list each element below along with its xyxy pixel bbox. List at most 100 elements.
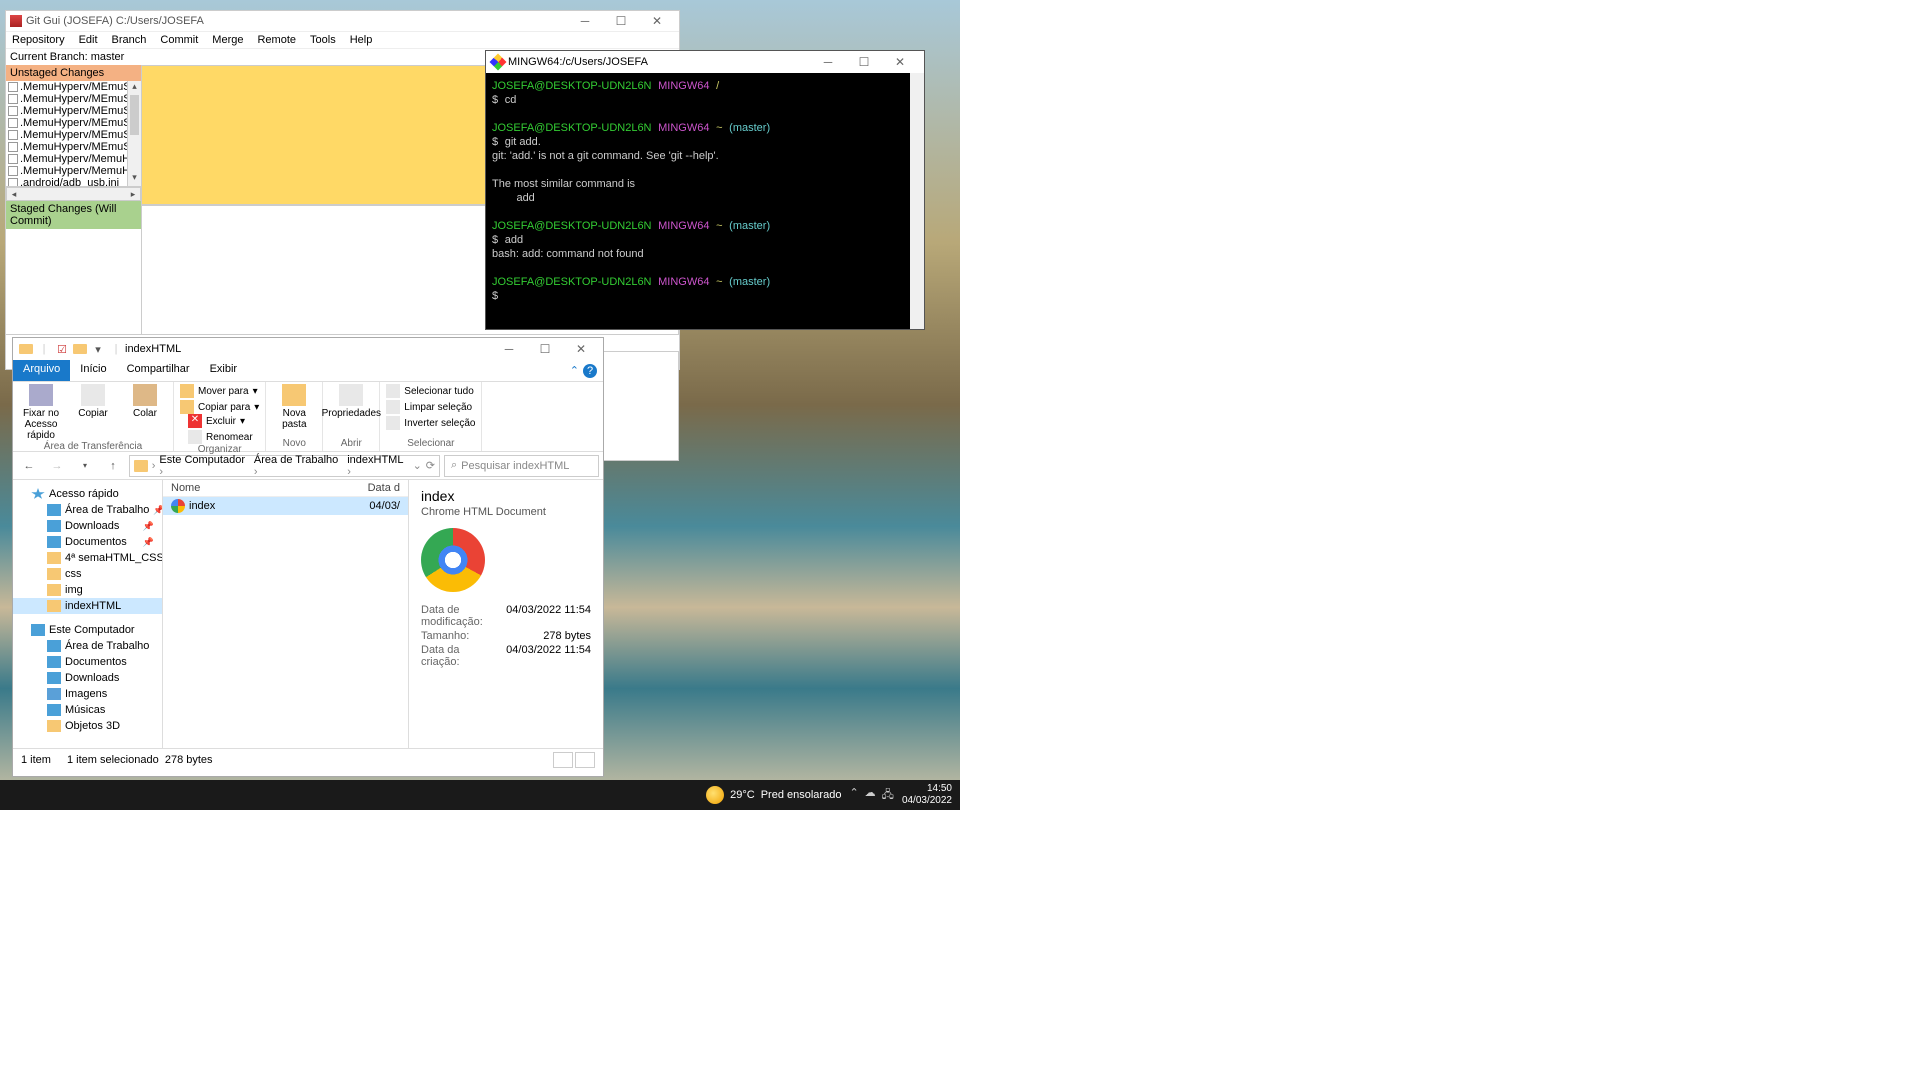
breadcrumb[interactable]: Área de Trabalho bbox=[254, 454, 343, 478]
weather-widget[interactable]: 29°C Pred ensolarado bbox=[706, 786, 841, 804]
forward-button[interactable]: → bbox=[45, 454, 69, 478]
nav-sema[interactable]: 4ª semaHTML_CSS3 bbox=[13, 550, 162, 566]
nav-objects[interactable]: Objetos 3D bbox=[13, 718, 162, 734]
ribbon-collapse-icon[interactable]: ⌃ bbox=[570, 364, 579, 377]
tray-chevron-icon[interactable]: ⌃ bbox=[849, 786, 858, 805]
close-button[interactable]: ✕ bbox=[882, 52, 918, 72]
minimize-button[interactable]: ─ bbox=[567, 11, 603, 31]
close-button[interactable]: ✕ bbox=[563, 339, 599, 359]
nav-downloads2[interactable]: Downloads bbox=[13, 670, 162, 686]
column-headers[interactable]: Nome Data d bbox=[163, 480, 408, 497]
terminal-titlebar[interactable]: MINGW64:/c/Users/JOSEFA ─ ☐ ✕ bbox=[486, 51, 924, 73]
copy-button[interactable]: Copiar bbox=[71, 384, 115, 419]
addr-dropdown-icon[interactable]: ⌄ bbox=[413, 459, 422, 472]
file-list-pane[interactable]: Nome Data d index 04/03/ bbox=[163, 480, 408, 748]
onedrive-icon[interactable]: ☁ bbox=[865, 786, 876, 805]
taskbar[interactable]: 29°C Pred ensolarado ⌃ ☁ 🖧 14:50 04/03/2… bbox=[0, 780, 960, 810]
help-icon[interactable]: ? bbox=[583, 364, 597, 378]
clock[interactable]: 14:50 04/03/2022 bbox=[902, 783, 952, 807]
maximize-button[interactable]: ☐ bbox=[846, 52, 882, 72]
menu-merge[interactable]: Merge bbox=[212, 34, 243, 46]
terminal-body[interactable]: JOSEFA@DESKTOP-UDN2L6N MINGW64 / $ cd JO… bbox=[486, 73, 910, 329]
system-tray[interactable]: ⌃ ☁ 🖧 bbox=[849, 786, 893, 805]
file-item[interactable]: index 04/03/ bbox=[163, 497, 408, 515]
menu-edit[interactable]: Edit bbox=[79, 34, 98, 46]
nav-indexhtml[interactable]: indexHTML bbox=[13, 598, 162, 614]
copyto-button[interactable]: Copiar para ▾ bbox=[180, 400, 259, 414]
nav-images[interactable]: Imagens bbox=[13, 686, 162, 702]
nav-pane[interactable]: Acesso rápido Área de Trabalho📌 Download… bbox=[13, 480, 163, 748]
back-button[interactable]: ← bbox=[17, 454, 41, 478]
scroll-right-icon[interactable]: ▸ bbox=[126, 189, 140, 200]
nav-downloads[interactable]: Downloads📌 bbox=[13, 518, 162, 534]
delete-button[interactable]: ✕Excluir ▾ bbox=[188, 414, 259, 428]
properties-qat-icon[interactable]: ☑ bbox=[55, 342, 69, 356]
nav-this-pc[interactable]: Este Computador bbox=[13, 622, 162, 638]
breadcrumb[interactable]: indexHTML bbox=[347, 454, 408, 478]
menu-remote[interactable]: Remote bbox=[257, 34, 296, 46]
minimize-button[interactable]: ─ bbox=[810, 52, 846, 72]
nav-documents2[interactable]: Documentos bbox=[13, 654, 162, 670]
nav-desktop2[interactable]: Área de Trabalho bbox=[13, 638, 162, 654]
up-button[interactable]: ↑ bbox=[101, 454, 125, 478]
select-all-button[interactable]: Selecionar tudo bbox=[386, 384, 475, 398]
ribbon-tabs: Arquivo Início Compartilhar Exibir ⌃ ? bbox=[13, 360, 603, 382]
maximize-button[interactable]: ☐ bbox=[527, 339, 563, 359]
weather-icon bbox=[706, 786, 724, 804]
search-input[interactable]: ⌕ Pesquisar indexHTML bbox=[444, 455, 599, 477]
select-none-button[interactable]: Limpar seleção bbox=[386, 400, 475, 414]
nav-css[interactable]: css bbox=[13, 566, 162, 582]
recent-button[interactable]: ▾ bbox=[73, 454, 97, 478]
preview-pane: index Chrome HTML Document Data de modif… bbox=[408, 480, 603, 748]
breadcrumb[interactable]: Este Computador bbox=[159, 454, 250, 478]
nav-quick-access[interactable]: Acesso rápido bbox=[13, 486, 162, 502]
scroll-thumb[interactable] bbox=[130, 95, 139, 135]
tab-view[interactable]: Exibir bbox=[200, 360, 248, 381]
moveto-button[interactable]: Mover para ▾ bbox=[180, 384, 259, 398]
folder-qat-icon[interactable] bbox=[73, 342, 87, 356]
staged-file-list[interactable] bbox=[6, 229, 141, 335]
tab-home[interactable]: Início bbox=[70, 360, 116, 381]
nav-music[interactable]: Músicas bbox=[13, 702, 162, 718]
tab-share[interactable]: Compartilhar bbox=[117, 360, 200, 381]
unstaged-file-list[interactable]: .MemuHyperv/MEmuSV .MemuHyperv/MEmuSV .M… bbox=[6, 81, 141, 187]
terminal-scrollbar[interactable] bbox=[910, 73, 924, 329]
properties-button[interactable]: Propriedades bbox=[329, 384, 373, 419]
tab-file[interactable]: Arquivo bbox=[13, 360, 70, 381]
minimize-button[interactable]: ─ bbox=[491, 339, 527, 359]
details-view-button[interactable] bbox=[553, 752, 573, 768]
icons-view-button[interactable] bbox=[575, 752, 595, 768]
date: 04/03/2022 bbox=[902, 795, 952, 807]
scroll-up-icon[interactable]: ▴ bbox=[128, 81, 141, 95]
gitgui-titlebar[interactable]: Git Gui (JOSEFA) C:/Users/JOSEFA ─ ☐ ✕ bbox=[6, 11, 679, 31]
qat-dropdown-icon[interactable]: ▾ bbox=[91, 342, 105, 356]
nav-img[interactable]: img bbox=[13, 582, 162, 598]
col-name[interactable]: Nome bbox=[171, 482, 368, 494]
pin-icon: 📌 bbox=[143, 537, 154, 548]
menu-repository[interactable]: Repository bbox=[12, 34, 65, 46]
menu-commit[interactable]: Commit bbox=[160, 34, 198, 46]
nav-documents[interactable]: Documentos📌 bbox=[13, 534, 162, 550]
address-bar[interactable]: › Este Computador Área de Trabalho index… bbox=[129, 455, 440, 477]
scroll-down-icon[interactable]: ▾ bbox=[128, 172, 141, 186]
menu-help[interactable]: Help bbox=[350, 34, 373, 46]
network-icon[interactable]: 🖧 bbox=[882, 786, 894, 805]
scroll-left-icon[interactable]: ◂ bbox=[7, 189, 21, 200]
invert-selection-button[interactable]: Inverter seleção bbox=[386, 416, 475, 430]
paste-button[interactable]: Colar bbox=[123, 384, 167, 419]
explorer-titlebar[interactable]: | ☑ ▾ | indexHTML ─ ☐ ✕ bbox=[13, 338, 603, 360]
col-date[interactable]: Data d bbox=[368, 482, 400, 494]
document-icon bbox=[47, 536, 61, 548]
pin-button[interactable]: Fixar no Acesso rápido bbox=[19, 384, 63, 441]
scrollbar-vertical[interactable]: ▴ ▾ bbox=[127, 81, 141, 186]
gitgui-menubar: Repository Edit Branch Commit Merge Remo… bbox=[6, 31, 679, 48]
rename-button[interactable]: Renomear bbox=[188, 430, 259, 444]
nav-desktop[interactable]: Área de Trabalho📌 bbox=[13, 502, 162, 518]
new-folder-button[interactable]: Nova pasta bbox=[272, 384, 316, 430]
close-button[interactable]: ✕ bbox=[639, 11, 675, 31]
maximize-button[interactable]: ☐ bbox=[603, 11, 639, 31]
menu-tools[interactable]: Tools bbox=[310, 34, 336, 46]
refresh-icon[interactable]: ⟳ bbox=[426, 459, 435, 472]
menu-branch[interactable]: Branch bbox=[112, 34, 147, 46]
scrollbar-horizontal[interactable]: ◂ ▸ bbox=[6, 187, 141, 201]
